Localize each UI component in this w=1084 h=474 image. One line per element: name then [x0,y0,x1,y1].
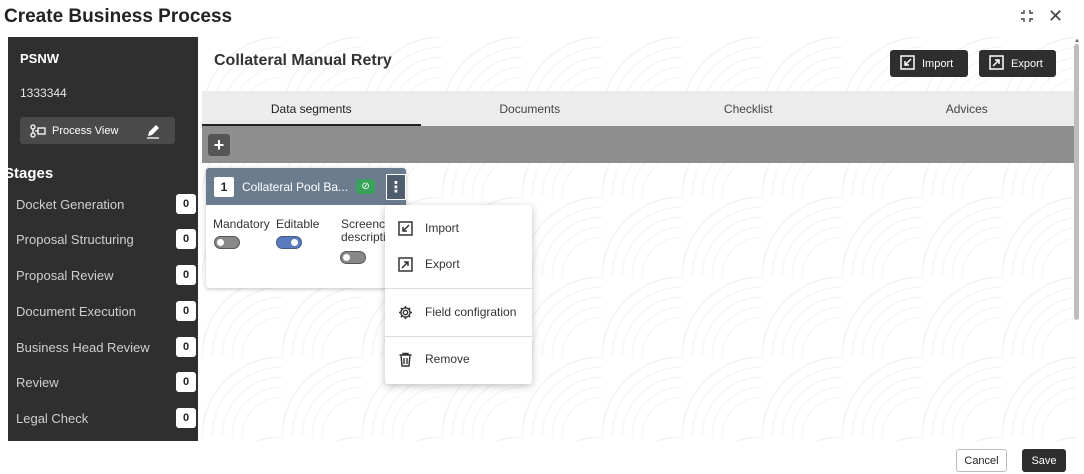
menu-item-remove[interactable]: Remove [385,342,532,376]
pencil-icon [145,123,161,139]
edit-button[interactable] [130,117,175,144]
page-title: Create Business Process [4,6,233,27]
editable-label: Editable [276,217,320,231]
export-label: Export [1011,57,1043,70]
tab-advices[interactable]: Advices [858,91,1077,126]
mandatory-label: Mandatory [213,217,270,231]
add-segment-button[interactable]: + [208,134,230,156]
stages-heading: Stages [8,165,54,182]
context-menu: Import Export Field configration Remove [385,205,532,384]
card-header: 1 Collateral Pool Ba... ⊘ [206,168,406,205]
stage-label: Business Head Review [16,339,150,355]
import-icon [397,220,413,236]
data-segment-card[interactable]: 1 Collateral Pool Ba... ⊘ ⋮ Mandatory Ed… [206,168,406,288]
menu-item-label: Remove [425,352,470,366]
stage-count-badge: 0 [176,229,196,249]
segment-toolbar: + [202,126,1076,163]
tab-checklist[interactable]: Checklist [639,91,858,126]
import-icon [900,54,915,73]
stage-item-docket-generation[interactable]: Docket Generation 0 [16,193,196,215]
trash-icon [397,351,413,367]
stage-label: Proposal Structuring [16,231,134,247]
sidebar: PSNW 1333344 Process View Stages Docket … [8,37,198,441]
menu-item-import[interactable]: Import [385,211,532,245]
title-bar: Create Business Process ✕ [0,0,1084,36]
menu-divider [385,336,532,337]
stage-label: Legal Check [16,410,89,426]
menu-item-label: Import [425,221,460,235]
menu-item-label: Export [425,257,460,271]
cancel-button[interactable]: Cancel [956,449,1007,472]
stage-label: Proposal Review [16,267,114,283]
stage-label: Docket Generation [16,196,125,212]
stage-item-legal-check[interactable]: Legal Check 0 [16,407,196,429]
export-button[interactable]: Export [979,50,1056,77]
stage-label: Document Execution [16,303,136,319]
tab-documents[interactable]: Documents [421,91,640,126]
stage-count-badge: 0 [176,337,196,357]
tab-data-segments[interactable]: Data segments [202,91,421,126]
kebab-menu-icon[interactable]: ⋮ [386,174,406,200]
import-button[interactable]: Import [890,50,968,77]
stage-count-badge: 0 [176,301,196,321]
stage-count-badge: 0 [176,408,196,428]
process-title: Collateral Manual Retry [214,52,392,69]
stage-label: Review [16,374,59,390]
process-code: PSNW [20,51,59,66]
save-button[interactable]: Save [1022,449,1066,472]
card-name: Collateral Pool Ba... [242,179,349,194]
stage-item-proposal-structuring[interactable]: Proposal Structuring 0 [16,228,196,250]
menu-item-field-configuration[interactable]: Field configration [385,295,532,329]
process-view-button[interactable]: Process View [20,117,136,144]
process-view-icon [30,123,46,138]
process-number: 1333344 [20,86,67,100]
status-check-icon: ⊘ [356,179,376,194]
stage-count-badge: 0 [176,265,196,285]
process-view-label: Process View [52,124,119,137]
stage-item-business-head-review[interactable]: Business Head Review 0 [16,336,196,358]
menu-divider [385,288,532,289]
stage-count-badge: 0 [176,372,196,392]
export-icon [989,54,1004,73]
mandatory-toggle[interactable] [214,236,240,249]
gear-icon [397,304,413,320]
export-icon [397,256,413,272]
editable-toggle[interactable] [276,236,302,249]
stage-item-review[interactable]: Review 0 [16,371,196,393]
restore-icon[interactable] [1020,9,1034,26]
menu-item-label: Field configration [425,305,517,319]
import-label: Import [922,57,954,70]
screenshot-toggle[interactable] [340,251,366,264]
tab-bar: Data segments Documents Checklist Advice… [202,91,1076,126]
vertical-scrollbar[interactable] [1074,44,1079,320]
screenshot-label-line1: Screencl [341,217,388,231]
close-icon[interactable]: ✕ [1048,6,1063,27]
stage-item-proposal-review[interactable]: Proposal Review 0 [16,264,196,286]
stage-item-document-execution[interactable]: Document Execution 0 [16,300,196,322]
screenshot-label-line2: descripti [341,230,386,244]
stage-count-badge: 0 [176,194,196,214]
card-sequence-badge: 1 [214,176,234,197]
menu-item-export[interactable]: Export [385,247,532,281]
